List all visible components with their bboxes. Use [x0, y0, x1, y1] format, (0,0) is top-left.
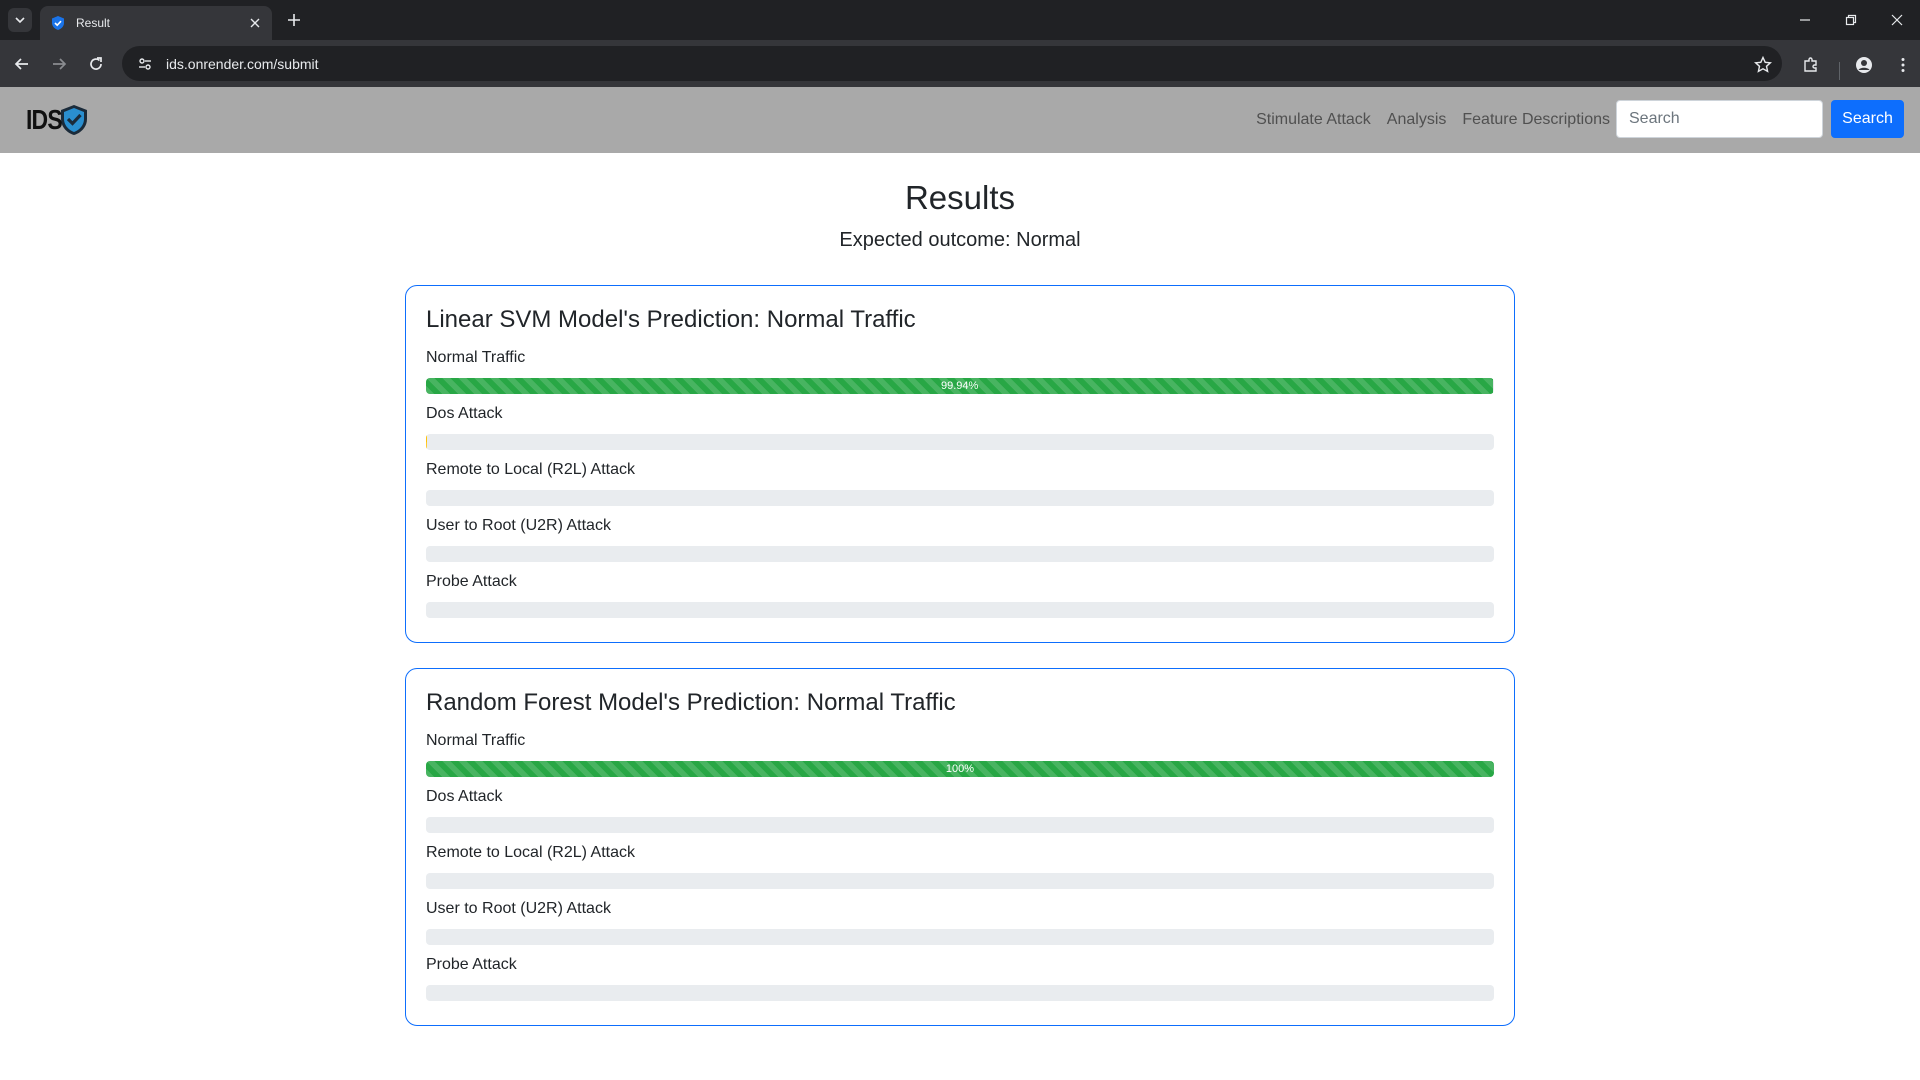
expected-outcome: Expected outcome: Normal [839, 229, 1081, 251]
row-label: Normal Traffic [426, 732, 526, 749]
new-tab-button[interactable] [282, 8, 306, 32]
progress-text: 99.94% [941, 380, 979, 392]
row-label: Normal Traffic [426, 349, 526, 366]
chevron-down-icon [15, 17, 25, 24]
progress-bar [426, 985, 1494, 1001]
card-title: Linear SVM Model's Prediction: Normal Tr… [426, 306, 916, 333]
plus-icon [288, 14, 300, 26]
back-button[interactable] [5, 47, 39, 81]
arrow-left-icon [14, 57, 28, 70]
prob-row-probe: Probe Attack [426, 953, 1494, 1001]
url-text: ids.onrender.com/submit [166, 55, 319, 72]
progress-fill: 100% [426, 761, 1494, 777]
close-icon[interactable] [246, 14, 264, 32]
progress-bar [426, 929, 1494, 945]
row-label: Dos Attack [426, 405, 503, 422]
restore-icon [1845, 14, 1857, 26]
browser-tab-active[interactable]: Result [40, 6, 272, 40]
browser-tabstrip: Result [0, 0, 1920, 40]
toolbar-separator [1839, 62, 1840, 80]
random-forest-result-card: Random Forest Model's Prediction: Normal… [405, 668, 1515, 1026]
site-logo[interactable]: IDS [26, 100, 90, 140]
minimize-icon [1800, 19, 1810, 21]
search-button[interactable]: Search [1831, 100, 1904, 138]
progress-text: 100% [945, 763, 975, 775]
progress-bar [426, 546, 1494, 562]
restore-button[interactable] [1828, 0, 1874, 40]
tab-title: Result [76, 16, 111, 30]
progress-fill: 99.94% [426, 378, 1494, 394]
progress-bar [426, 873, 1494, 889]
nav-link-feature-descriptions[interactable]: Feature Descriptions [1462, 111, 1610, 129]
progress-bar: 99.94% [426, 378, 1494, 394]
prob-row-dos: Dos Attack [426, 785, 1494, 833]
row-label: User to Root (U2R) Attack [426, 517, 611, 534]
prob-row-probe: Probe Attack [426, 570, 1494, 618]
prob-row-dos: Dos Attack [426, 402, 1494, 450]
nav-link-stimulate-attack[interactable]: Stimulate Attack [1256, 111, 1371, 129]
close-icon [1891, 14, 1903, 26]
arrow-right-icon [53, 57, 67, 70]
page-title: Results [904, 179, 1016, 216]
progress-fill [426, 434, 427, 450]
address-bar[interactable]: ids.onrender.com/submit [122, 46, 1782, 81]
browser-toolbar: ids.onrender.com/submit [0, 40, 1920, 87]
window-controls [1782, 0, 1920, 40]
row-label: Dos Attack [426, 788, 503, 805]
row-label: Probe Attack [426, 956, 517, 973]
logo-text: IDS [26, 104, 63, 135]
row-label: Remote to Local (R2L) Attack [426, 844, 635, 861]
profile-avatar-icon[interactable] [1847, 48, 1881, 82]
close-window-button[interactable] [1874, 0, 1920, 40]
row-label: Remote to Local (R2L) Attack [426, 461, 635, 478]
progress-bar [426, 817, 1494, 833]
progress-bar [426, 434, 1494, 450]
progress-bar: 100% [426, 761, 1494, 777]
prob-row-r2l: Remote to Local (R2L) Attack [426, 458, 1494, 506]
reload-icon [90, 56, 102, 70]
row-label: User to Root (U2R) Attack [426, 900, 611, 917]
nav-link-analysis[interactable]: Analysis [1387, 111, 1447, 129]
svm-result-card: Linear SVM Model's Prediction: Normal Tr… [405, 285, 1515, 643]
progress-bar [426, 602, 1494, 618]
menu-kebab-icon[interactable] [1886, 48, 1920, 82]
shield-check-icon [58, 103, 90, 137]
prob-row-r2l: Remote to Local (R2L) Attack [426, 841, 1494, 889]
prob-row-u2r: User to Root (U2R) Attack [426, 897, 1494, 945]
bookmark-star-icon[interactable] [1746, 48, 1780, 82]
forward-button[interactable] [42, 47, 76, 81]
search-input[interactable] [1616, 100, 1823, 138]
tab-search-button[interactable] [8, 8, 32, 32]
extensions-icon[interactable] [1794, 48, 1828, 82]
shield-check-icon [50, 15, 66, 31]
card-title: Random Forest Model's Prediction: Normal… [426, 689, 956, 716]
row-label: Probe Attack [426, 573, 517, 590]
minimize-button[interactable] [1782, 0, 1828, 40]
prob-row-normal: Normal Traffic 99.94% [426, 346, 1494, 394]
prob-row-u2r: User to Root (U2R) Attack [426, 514, 1494, 562]
reload-button[interactable] [79, 47, 113, 81]
nav-links: Stimulate Attack Analysis Feature Descri… [1240, 87, 1610, 153]
site-info-icon[interactable] [136, 55, 154, 73]
progress-bar [426, 490, 1494, 506]
prob-row-normal: Normal Traffic 100% [426, 729, 1494, 777]
bookmark-star-button[interactable] [1576, 47, 1610, 81]
site-navbar: IDS Stimulate Attack Analysis Feature De… [0, 87, 1920, 153]
